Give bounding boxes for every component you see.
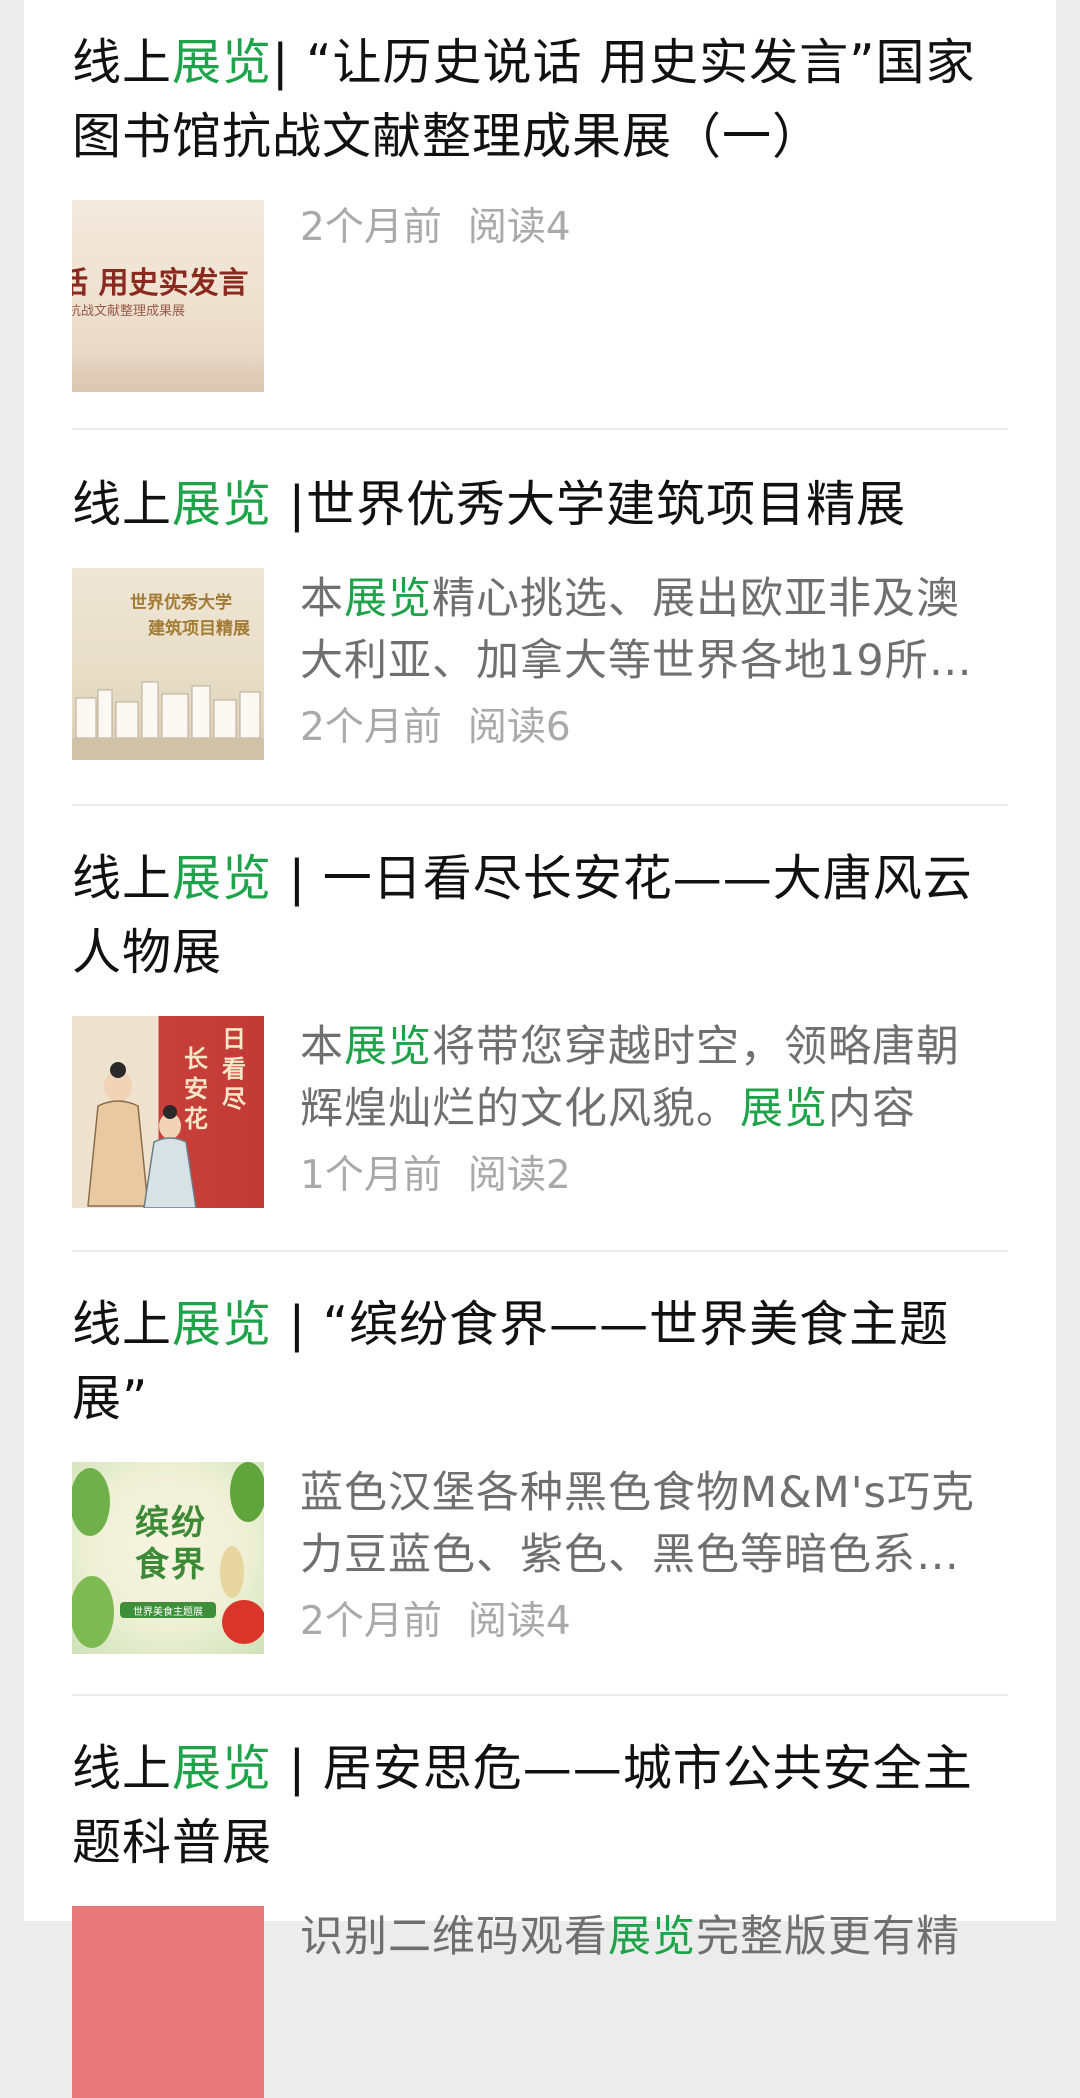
- article-title[interactable]: 线上展览 | 一日看尽长安花——大唐风云人物展: [72, 842, 1008, 990]
- article-list-panel: 线上展览| “让历史说话 用史实发言”国家图书馆抗战文献整理成果展（一） 话 用…: [24, 0, 1056, 2098]
- publish-time: 1个月前: [300, 1153, 442, 1198]
- article-title[interactable]: 线上展览| “让历史说话 用史实发言”国家图书馆抗战文献整理成果展（一）: [72, 26, 1008, 174]
- article-summary: 本展览将带您穿越时空，领略唐朝辉煌灿烂的文化风貌。展览内容: [300, 1022, 960, 1134]
- article-thumbnail[interactable]: 日看尽 长安花: [72, 1016, 264, 1208]
- keyword-highlight: 展览: [172, 34, 273, 91]
- article-meta: 2个月前 阅读4: [300, 1594, 990, 1650]
- article-item[interactable]: 线上展览 | “缤纷食界——世界美食主题展” 缤纷食界 世界美食主题展 蓝色汉堡…: [72, 1288, 1008, 1654]
- article-meta: 2个月前 阅读6: [300, 700, 990, 756]
- article-title[interactable]: 线上展览 | “缤纷食界——世界美食主题展”: [72, 1288, 1008, 1436]
- article-thumbnail[interactable]: 缤纷食界 世界美食主题展: [72, 1462, 264, 1654]
- building-skyline-icon: [75, 681, 261, 738]
- article-thumbnail[interactable]: 世界优秀大学 建筑项目精展: [72, 568, 264, 760]
- article-item[interactable]: 线上展览 | 一日看尽长安花——大唐风云人物展 日看尽 长安花 本展览将带您穿越…: [72, 842, 1008, 1208]
- divider: [72, 1694, 1008, 1696]
- article-summary: 本展览精心挑选、展出欧亚非及澳大利亚、加拿大等世界各地19所…: [300, 574, 973, 686]
- keyword-highlight: 展览: [172, 476, 273, 533]
- divider: [72, 804, 1008, 806]
- read-count: 阅读4: [467, 205, 571, 250]
- read-count: 阅读6: [467, 705, 571, 750]
- article-meta: 1个月前 阅读2: [300, 1148, 990, 1204]
- article-thumbnail[interactable]: [72, 1906, 264, 2098]
- read-count: 阅读2: [467, 1153, 571, 1198]
- article-title[interactable]: 线上展览 | 居安思危——城市公共安全主题科普展: [72, 1732, 1008, 1880]
- article-item[interactable]: 线上展览 | 居安思危——城市公共安全主题科普展 识别二维码观看展览完整版更有精: [72, 1732, 1008, 2098]
- tang-figures-illustration-icon: [87, 1062, 197, 1208]
- keyword-highlight: 展览: [172, 1296, 273, 1353]
- publish-time: 2个月前: [300, 705, 442, 750]
- article-item[interactable]: 线上展览 |世界优秀大学建筑项目精展 世界优秀大学 建筑项目精展 本展览精心挑选…: [72, 468, 1008, 760]
- article-title[interactable]: 线上展览 |世界优秀大学建筑项目精展: [72, 468, 1008, 542]
- publish-time: 2个月前: [300, 205, 442, 250]
- article-item[interactable]: 线上展览| “让历史说话 用史实发言”国家图书馆抗战文献整理成果展（一） 话 用…: [72, 26, 1008, 392]
- article-summary: 蓝色汉堡各种黑色食物M&M's巧克力豆蓝色、紫色、黑色等暗色系…: [300, 1468, 975, 1580]
- keyword-highlight: 展览: [172, 850, 273, 907]
- article-thumbnail[interactable]: 话 用史实发言 抗战文献整理成果展: [72, 200, 264, 392]
- read-count: 阅读4: [467, 1599, 571, 1644]
- divider: [72, 1250, 1008, 1252]
- keyword-highlight: 展览: [172, 1740, 273, 1797]
- publish-time: 2个月前: [300, 1599, 442, 1644]
- divider: [72, 428, 1008, 430]
- article-meta: 2个月前 阅读4: [300, 200, 990, 256]
- article-summary: 识别二维码观看展览完整版更有精: [300, 1912, 960, 1962]
